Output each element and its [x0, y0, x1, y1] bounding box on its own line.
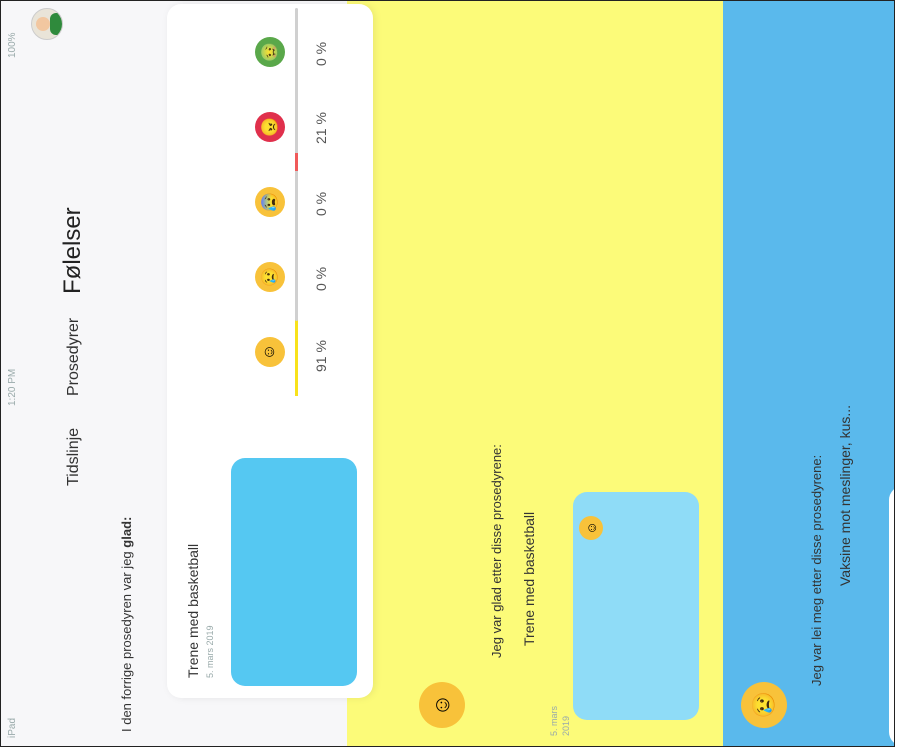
sad-procedure-card[interactable]: [889, 486, 894, 746]
rotated-stage: iPad 1:20 PM 100% Tidslinje Prosedyrer F…: [1, 1, 894, 746]
sick-face-icon: 🤢: [255, 37, 285, 67]
device-label: iPad: [7, 717, 18, 738]
summary-procedure-card[interactable]: [231, 458, 357, 686]
sick-bar: [295, 8, 298, 96]
sick-percent: 0 %: [313, 41, 329, 66]
happy-procedure-card[interactable]: ☺: [573, 492, 699, 720]
status-bar: iPad 1:20 PM 100%: [1, 1, 25, 746]
summary-procedure-date: 5. mars 2019: [205, 625, 215, 678]
angry-face-icon: 😠: [255, 112, 285, 142]
clock: 1:20 PM: [7, 368, 18, 406]
happy-bar: [295, 308, 298, 396]
sad-procedure-title: Vaksine mot meslinger, kus...: [837, 404, 853, 586]
crying-face-icon: 😢: [741, 682, 787, 728]
summary-intro: I den forrige prosedyren var jeg glad:: [119, 517, 134, 732]
happy-procedure-date-line2: 2019: [561, 715, 571, 736]
happy-face-icon: ☺: [255, 337, 285, 367]
avatar[interactable]: [31, 8, 63, 40]
angry-bar: [295, 83, 298, 171]
scared-face-icon: 😰: [255, 187, 285, 217]
happy-face-icon: ☺: [579, 516, 603, 540]
scared-percent: 0 %: [313, 191, 329, 216]
tab-folelser[interactable]: Følelser: [59, 207, 87, 294]
intro-text: I den forrige prosedyren var jeg: [119, 547, 134, 732]
happy-procedure-date-line1: 5. mars: [549, 705, 559, 736]
summary-card: Trene med basketball 5. mars 2019 ☺ 91 %…: [167, 4, 373, 698]
crying-bar: [295, 233, 298, 321]
battery-level: 100%: [7, 32, 18, 58]
scared-bar: [295, 158, 298, 246]
angry-percent: 21 %: [313, 112, 329, 144]
happy-procedure-title: Trene med basketball: [521, 511, 537, 646]
happy-section-heading: Jeg var glad etter disse prosedyrene:: [489, 444, 504, 658]
happy-percent: 91 %: [313, 340, 329, 372]
tab-prosedyrer[interactable]: Prosedyrer: [65, 318, 83, 396]
app-frame: iPad 1:20 PM 100% Tidslinje Prosedyrer F…: [0, 0, 895, 747]
sad-section-heading: Jeg var lei meg etter disse prosedyrene:: [809, 454, 824, 686]
tab-tidslinje[interactable]: Tidslinje: [65, 428, 83, 486]
summary-procedure-title: Trene med basketball: [185, 543, 201, 678]
happy-face-icon: ☺: [419, 682, 465, 728]
crying-face-icon: 😢: [255, 262, 285, 292]
intro-emphasis: glad:: [119, 516, 134, 548]
crying-percent: 0 %: [313, 266, 329, 291]
